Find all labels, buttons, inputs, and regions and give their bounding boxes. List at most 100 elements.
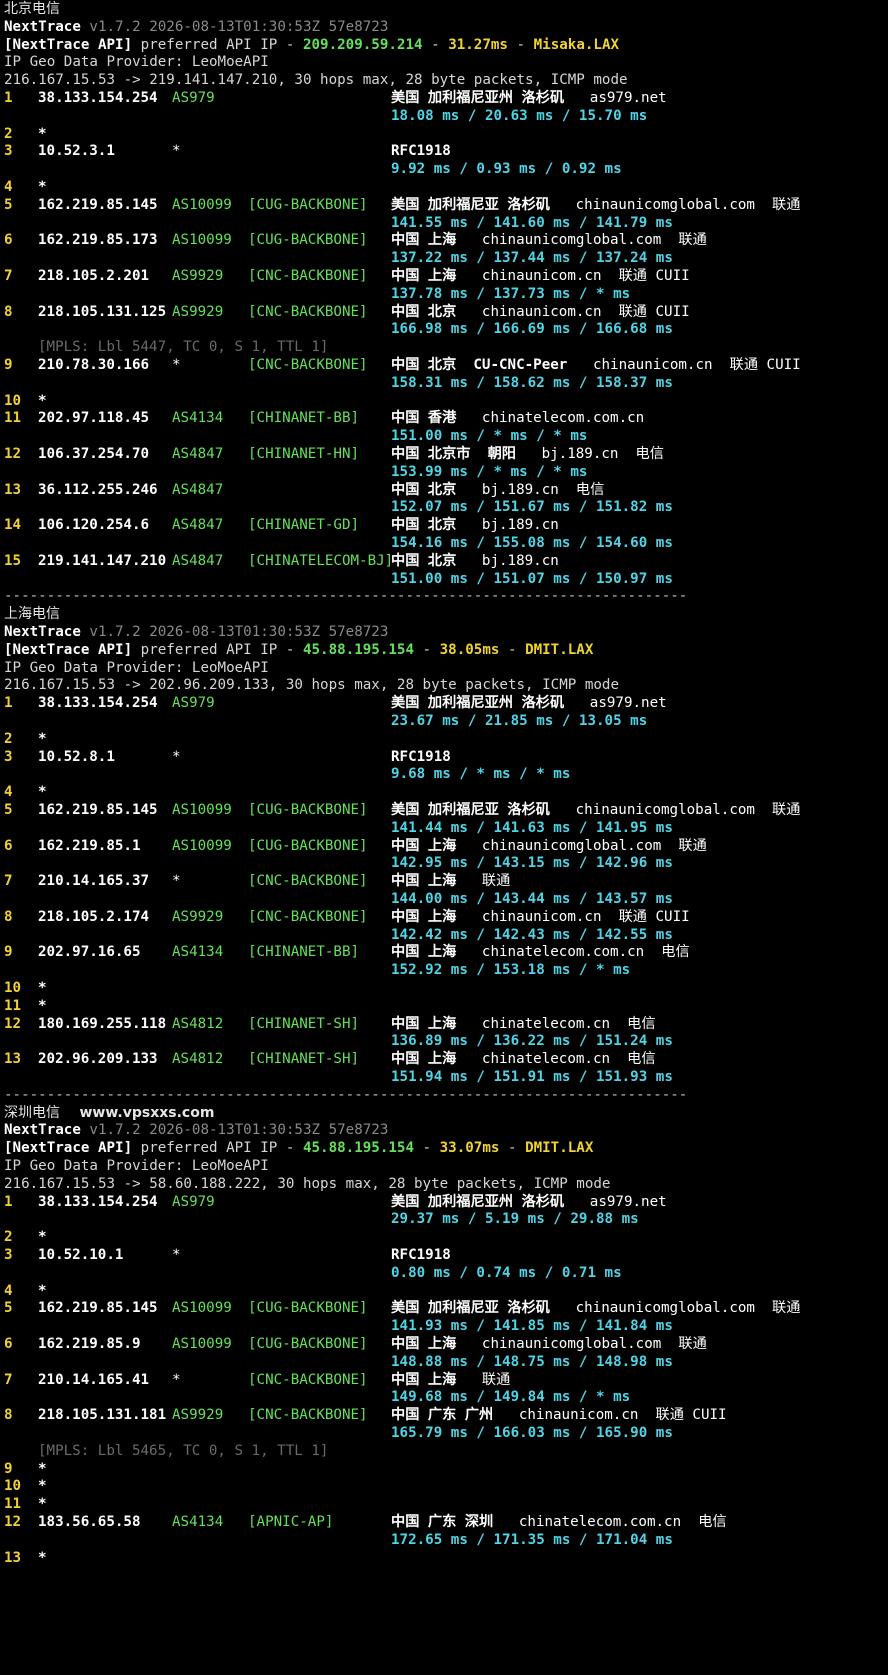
hop-number: 2	[4, 1229, 13, 1246]
hop-number: 4	[4, 179, 13, 195]
section-title: 深圳电信	[4, 1104, 60, 1121]
api-text: preferred API IP -	[132, 641, 303, 658]
hop-host-isp: chinaunicomglobal.com 联通	[549, 802, 801, 818]
hop-asn: AS9929	[172, 303, 224, 320]
hop-rtt: 29.37 ms / 5.19 ms / 29.88 ms	[391, 1211, 639, 1228]
hop-number: 10	[4, 1478, 22, 1495]
hop-host-isp: chinaunicom.cn 联通 CUII	[456, 908, 690, 925]
hop-tag: [CUG-BACKBONE]	[248, 1300, 368, 1317]
api-sep: -	[499, 641, 526, 658]
hop-number: 13	[4, 1051, 22, 1068]
hop-rtt: 154.16 ms / 155.08 ms / 154.60 ms	[391, 535, 673, 551]
hop-asn: AS9929	[172, 908, 224, 925]
hop-host-isp: bj.189.cn 电信	[515, 446, 664, 462]
hop-rtt: 152.92 ms / 153.18 ms / * ms	[391, 962, 631, 979]
hop-asn: AS979	[172, 90, 215, 106]
api-prefix: [NextTrace API]	[4, 36, 133, 53]
route-line: 216.167.15.53 -> 219.141.147.210, 30 hop…	[4, 71, 628, 89]
hop-rtt: 151.94 ms / 151.91 ms / 151.93 ms	[391, 1069, 673, 1085]
api-latency: 33.07ms	[439, 1140, 500, 1157]
hop-asn: AS10099	[172, 802, 232, 818]
hop-number: 12	[4, 446, 22, 462]
hop-rtt: 142.42 ms / 142.43 ms / 142.55 ms	[391, 926, 673, 943]
route-info: 216.167.15.53 -> 202.96.209.133, 30 hops…	[4, 677, 619, 694]
api-ip: 45.88.195.154	[302, 1140, 415, 1157]
hop-ip: 162.219.85.173	[38, 232, 158, 249]
hop-number: 3	[4, 143, 13, 160]
hop-number: 6	[4, 1336, 13, 1352]
section-label: 北京电信	[4, 0, 60, 18]
hop-host-isp: 联通	[456, 873, 511, 890]
hop-host-isp: chinatelecom.cn 电信	[456, 1051, 656, 1068]
hop-number: 2	[4, 125, 13, 142]
api-node: Misaka.LAX	[533, 36, 620, 53]
hop-ip: 106.37.254.70	[38, 446, 150, 462]
geo-provider-line: IP Geo Data Provider: LeoMoeAPI	[4, 659, 269, 677]
hop-rtt: 152.07 ms / 151.67 ms / 151.82 ms	[391, 499, 673, 516]
hop-timeout-mark: *	[38, 1282, 47, 1299]
hop-geo: 中国 北京 bj.189.cn	[391, 552, 559, 569]
tool-version: v1.7.2 2026-08-13T01:30:53Z 57e8723	[80, 18, 389, 35]
hop-number: 12	[4, 1514, 22, 1530]
hop-tag: [CNC-BACKBONE]	[248, 303, 368, 320]
route-line: 216.167.15.53 -> 202.96.209.133, 30 hops…	[4, 676, 619, 694]
hop-rtt: 151.00 ms / 151.07 ms / 150.97 ms	[391, 570, 673, 587]
hop-ip: 210.78.30.166	[38, 357, 150, 373]
hop-asn: *	[172, 748, 181, 765]
hop-ip: 36.112.255.246	[38, 481, 158, 498]
hop-asn: AS4134	[172, 944, 224, 961]
hop-asn: AS10099	[172, 1300, 232, 1317]
hop-timeout-mark: *	[38, 1460, 47, 1477]
hop-number: 2	[4, 730, 13, 747]
hop-tag: [CUG-BACKBONE]	[248, 1336, 368, 1352]
hop-tag: [CUG-BACKBONE]	[248, 802, 368, 818]
hop-tag: [CHINANET-BB]	[248, 944, 360, 961]
hop-ip: 210.14.165.37	[38, 873, 150, 890]
tool-version: v1.7.2 2026-08-13T01:30:53Z 57e8723	[80, 1122, 389, 1139]
section-label: 上海电信	[4, 605, 60, 623]
api-line: [NextTrace API] preferred API IP - 45.88…	[4, 641, 593, 659]
hop-ip: 162.219.85.145	[38, 196, 158, 213]
api-latency: 38.05ms	[439, 641, 500, 658]
hop-rtt: 166.98 ms / 166.69 ms / 166.68 ms	[391, 321, 673, 338]
hop-tag: [CHINANET-BB]	[248, 410, 360, 427]
hop-rtt: 141.93 ms / 141.85 ms / 141.84 ms	[391, 1318, 673, 1335]
hop-tag: [CUG-BACKBONE]	[248, 232, 368, 249]
hop-host-isp: chinaunicomglobal.com 联通	[549, 1300, 801, 1317]
hop-ip: 38.133.154.254	[38, 1193, 158, 1210]
hop-ip: 10.52.8.1	[38, 748, 115, 765]
hop-geo: 美国 加利福尼亚州 洛杉矶 as979.net	[391, 695, 667, 712]
hop-rtt: 137.22 ms / 137.44 ms / 137.24 ms	[391, 250, 673, 267]
geo-provider: IP Geo Data Provider: LeoMoeAPI	[4, 54, 269, 71]
hop-geo: 中国 北京市 朝阳 bj.189.cn 电信	[391, 446, 664, 462]
hop-tag: [APNIC-AP]	[248, 1514, 334, 1530]
hop-ip: 218.105.2.201	[38, 268, 150, 284]
hop-number: 9	[4, 1460, 13, 1477]
hop-host-isp: chinaunicom.cn 联通 CUII	[567, 357, 801, 373]
hop-timeout-mark: *	[38, 997, 47, 1014]
hop-tag: [CNC-BACKBONE]	[248, 268, 368, 284]
hop-rtt: 153.99 ms / * ms / * ms	[391, 463, 588, 480]
hop-tag: [CHINANET-SH]	[248, 1015, 360, 1032]
hop-host-isp: chinaunicomglobal.com 联通	[549, 196, 801, 213]
hop-asn: AS10099	[172, 1336, 232, 1352]
hop-host-isp: bj.189.cn	[456, 552, 559, 569]
hop-rtt: 141.55 ms / 141.60 ms / 141.79 ms	[391, 214, 673, 231]
hop-host-isp: as979.net	[564, 695, 667, 712]
hop-timeout-mark: *	[38, 730, 47, 747]
hop-timeout-mark: *	[38, 125, 47, 142]
hop-geo: 中国 上海 chinaunicom.cn 联通 CUII	[391, 908, 690, 925]
separator-line: ----------------------------------------…	[4, 1086, 687, 1104]
api-sep: -	[414, 641, 440, 658]
hop-tag: [CNC-BACKBONE]	[248, 1407, 368, 1424]
hop-ip: 202.97.118.45	[38, 410, 150, 427]
hop-ip: 106.120.254.6	[38, 517, 150, 534]
api-text: preferred API IP -	[132, 36, 303, 53]
hop-asn: AS4847	[172, 446, 224, 462]
hop-ip: 162.219.85.1	[38, 837, 141, 854]
hop-host-isp: as979.net	[564, 1193, 667, 1210]
hop-timeout-mark: *	[38, 1496, 47, 1513]
hop-timeout-mark: *	[38, 179, 47, 195]
api-sep: -	[422, 36, 449, 53]
hop-rtt: 158.31 ms / 158.62 ms / 158.37 ms	[391, 374, 673, 391]
